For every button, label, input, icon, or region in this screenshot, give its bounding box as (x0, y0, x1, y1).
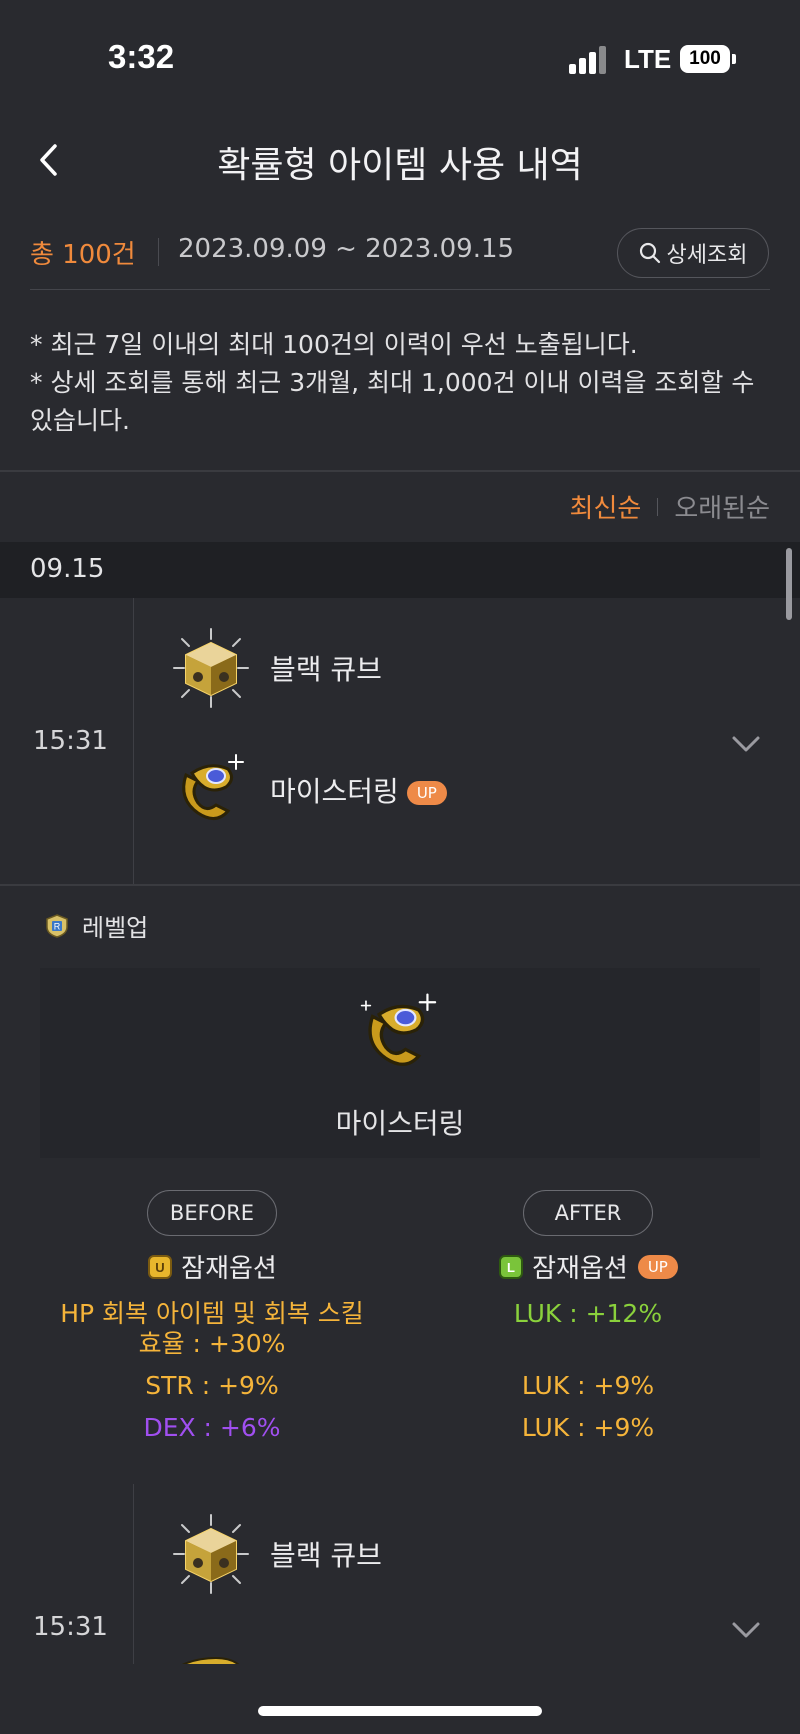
sort-newest[interactable]: 최신순 (570, 488, 642, 525)
total-count: 총 100건 (30, 240, 136, 270)
black-cube-icon (173, 628, 249, 708)
item-name-ring-text: 마이스터링 (270, 775, 399, 808)
status-time: 3:32 (108, 38, 175, 75)
up-badge: UP (406, 781, 447, 805)
item-name-black-cube: 블랙 큐브 (270, 653, 382, 686)
date-group-label: 09.15 (30, 554, 105, 584)
home-indicator[interactable] (258, 1706, 542, 1716)
battery-icon: 100 (680, 45, 730, 73)
sort-oldest[interactable]: 오래된순 (674, 488, 770, 525)
before-option-label: 잠재옵션 (181, 1254, 277, 1284)
before-option-2: STR : +9% (145, 1371, 279, 1400)
before-option-1b: 효율 : +30% (138, 1329, 286, 1358)
chevron-down-icon[interactable] (730, 734, 762, 754)
used-item-row: 블랙 큐브 (170, 628, 382, 708)
date-range: 2023.09.09 ~ 2023.09.15 (178, 234, 515, 264)
svg-text:U: U (155, 1260, 164, 1275)
chevron-down-icon[interactable] (730, 1620, 762, 1640)
item-name-ring: 마이스터링 UP (270, 770, 447, 810)
battery-tip (732, 54, 736, 64)
before-option-1: HP 회복 아이템 및 회복 스킬 (60, 1299, 364, 1328)
grade-change-label: 레벨업 (82, 914, 149, 942)
grade-change: R 레벨업 (44, 908, 148, 943)
sort-bar: 최신순 오래된순 (570, 488, 770, 525)
unique-grade-icon: U (148, 1254, 173, 1279)
before-column: BEFORE U 잠재옵션 HP 회복 아이템 및 회복 스킬 효율 : +30… (42, 1190, 382, 1443)
notice-line-1: * 최근 7일 이내의 최대 100건의 이력이 우선 노출됩니다. (30, 330, 638, 359)
history-entry[interactable]: 15:31 블랙 큐브 마이스터링 UP (0, 598, 800, 884)
after-label: AFTER (523, 1190, 653, 1236)
status-bar: 3:32 LTE 100 (0, 0, 800, 110)
summary-bar: 총 100건 2023.09.09 ~ 2023.09.15 상세조회 (30, 228, 770, 290)
after-column: AFTER L 잠재옵션 UP LUK : +12% LUK : +9% LUK… (418, 1190, 758, 1443)
sort-divider (657, 497, 659, 516)
entry-time: 15:31 (33, 726, 108, 756)
before-option-title: U 잠재옵션 (42, 1248, 382, 1285)
entry-divider (133, 1484, 134, 1664)
svg-text:L: L (507, 1260, 515, 1275)
after-option-title: L 잠재옵션 UP (418, 1248, 758, 1285)
section-divider (0, 470, 800, 472)
summary-divider (158, 238, 159, 266)
target-item-row: 마이스터링 UP (170, 750, 447, 830)
partial-ring-icon (181, 1656, 240, 1664)
item-card: 마이스터링 (40, 968, 760, 1158)
detail-search-button[interactable]: 상세조회 (617, 228, 769, 278)
rank-badge-icon: R (46, 913, 68, 938)
before-label: BEFORE (147, 1190, 277, 1236)
signal-icon (569, 46, 609, 74)
svg-text:R: R (54, 921, 61, 931)
after-option-1: LUK : +12% (513, 1299, 663, 1328)
entry-divider (133, 598, 134, 884)
card-item-name: 마이스터링 (335, 1107, 465, 1140)
notice-line-2: * 상세 조회를 통해 최근 3개월, 최대 1,000건 이내 이력을 조회할… (30, 368, 755, 435)
after-option-3: LUK : +9% (521, 1413, 655, 1442)
notice-text: * 최근 7일 이내의 최대 100건의 이력이 우선 노출됩니다. * 상세 … (30, 326, 770, 440)
item-name-black-cube: 블랙 큐브 (270, 1539, 382, 1572)
date-group-header: 09.15 (0, 542, 800, 598)
used-item-row: 블랙 큐브 (170, 1514, 382, 1594)
before-option-3: DEX : +6% (143, 1413, 281, 1442)
black-cube-icon (173, 1514, 249, 1594)
after-option-label: 잠재옵션 (532, 1254, 628, 1284)
entry-divider-line (0, 884, 800, 886)
after-up-badge: UP (637, 1254, 678, 1279)
meister-ring-icon (182, 754, 244, 820)
entry-time: 15:31 (33, 1612, 108, 1642)
page-title: 확률형 아이템 사용 내역 (217, 145, 583, 186)
after-option-2: LUK : +9% (521, 1371, 655, 1400)
nav-header: 확률형 아이템 사용 내역 (0, 110, 800, 210)
network-type: LTE (624, 44, 672, 74)
search-icon (639, 242, 660, 264)
history-entry[interactable]: 15:31 블랙 큐브 (0, 1484, 800, 1664)
legendary-grade-icon: L (499, 1254, 524, 1279)
detail-search-label: 상세조회 (666, 243, 748, 268)
meister-ring-icon (360, 993, 437, 1066)
